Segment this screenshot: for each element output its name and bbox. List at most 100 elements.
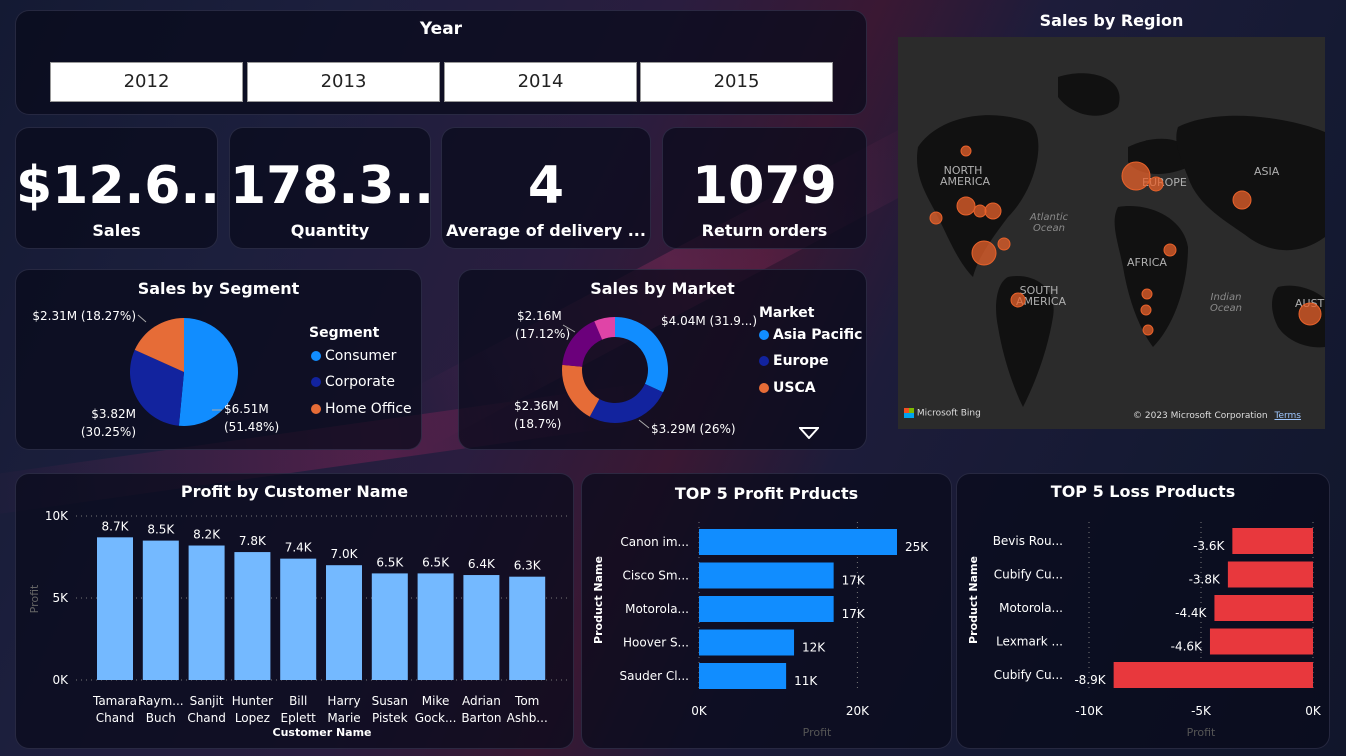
x-tick-label: -10K [1075,704,1104,718]
donut-data-label: (18.7%) [514,417,561,431]
bar [142,540,179,680]
bar-data-label: 6.4K [468,557,496,571]
donut-data-label: $4.04M (31.9...) [661,314,757,328]
sales-by-segment-card: Sales by Segment $6.51M (51.48%) $3.82M (30… [15,269,422,450]
year-slicer-card: Year 2012 2013 2014 2015 [15,10,867,115]
year-option-2014[interactable]: 2014 [444,62,637,102]
x-tick-label: Gock... [415,711,457,725]
bar [234,552,271,680]
region-bubble [973,204,987,218]
bar [1113,662,1313,688]
region-bubble [1232,190,1252,210]
y-tick-label: Motorola... [625,602,689,616]
x-axis-title: Profit [803,726,832,739]
legend-item-europe[interactable]: Europe [759,353,829,369]
x-tick-label: Adrian [462,694,501,708]
x-tick-label: Susan [372,694,408,708]
kpi-card-quantity: 178.3... Quantity [229,127,431,249]
pie-data-label: (30.25%) [81,425,136,439]
legend-label: Corporate [325,374,395,390]
legend-dot [311,351,321,361]
legend-item-asia-pacific[interactable]: Asia Pacific [759,327,862,343]
legend-item-consumer[interactable]: Consumer [311,348,396,364]
bar-data-label: 25K [905,540,929,554]
y-tick-label: Hoover S... [623,636,689,650]
region-bubble [1142,324,1154,336]
legend-label: Asia Pacific [773,327,863,343]
bar-data-label: 17K [842,607,866,621]
donut-slice [562,364,600,417]
year-option-2013[interactable]: 2013 [247,62,440,102]
bar-data-label: 6.3K [514,559,542,573]
region-bubble [997,237,1011,251]
y-tick-label: 10K [45,509,69,523]
sales-by-market-card: Sales by Market $4.04M (31.9...) $3.29M (… [458,269,867,450]
region-bubbles [929,145,1322,336]
bar-data-label: 8.7K [102,519,130,533]
region-bubble [1141,288,1153,300]
region-bubble [960,145,972,157]
top-loss-products-card: TOP 5 Loss Products -10K -5K 0K Product Nam… [956,473,1330,749]
bar [280,558,317,680]
bar [1232,528,1313,554]
legend-item-usca[interactable]: USCA [759,380,816,396]
legend-label: Consumer [325,348,397,364]
profit-by-customer-card: Profit by Customer Name 0K 5K 10K Profit 8.7… [15,473,574,749]
kpi-label: Average of delivery ... [446,221,646,240]
segment-legend-title: Segment [309,325,380,341]
top-profit-products-card: TOP 5 Profit Prducts 0K 20K Product Name Pr… [581,473,952,749]
x-tick-label: Chand [187,711,226,725]
x-tick-label: 0K [1305,704,1322,718]
y-tick-label: 0K [52,673,69,687]
x-tick-label: Raym... [138,694,184,708]
donut-data-label: $3.29M (26%) [651,422,736,436]
map-copyright: © 2023 Microsoft Corporation Terms [1133,411,1301,421]
bar-data-label: 12K [802,641,826,655]
kpi-label: Return orders [701,221,828,240]
x-tick-label: Bill [289,694,307,708]
region-bubble [1163,243,1177,257]
bar-data-label: -4.6K [1171,640,1203,654]
terms-link[interactable]: Terms [1274,411,1301,421]
legend-item-corporate[interactable]: Corporate [311,374,395,390]
x-tick-label: Sanjit [190,694,224,708]
x-tick-label: Mike [422,694,450,708]
bar-data-label: 8.5K [147,523,175,537]
bar-data-label: -3.6K [1193,539,1225,553]
bar-data-label: -4.4K [1175,606,1207,620]
legend-item-home-office[interactable]: Home Office [311,401,412,417]
y-tick-label: Sauder Cl... [620,669,689,683]
x-tick-label: Tamara [92,694,137,708]
leader-line [638,419,650,429]
x-tick-label: Hunter [232,694,273,708]
kpi-card-sales: $12.6... Sales [15,127,218,249]
kpi-value: 1079 [692,156,837,216]
x-tick-label: Chand [96,711,135,725]
sales-map[interactable]: NORTH AMERICA SOUTH AMERICA AFRICA ASIA … [898,37,1325,429]
x-tick-label: Barton [461,711,501,725]
bar [188,545,225,680]
bar-data-label: 7.0K [331,547,359,561]
x-tick-label: 0K [691,704,708,718]
year-option-2012[interactable]: 2012 [50,62,243,102]
bar [1214,595,1313,621]
pie-data-label: $2.31M (18.27%) [32,309,136,323]
pie-data-label: $3.82M [91,407,136,421]
legend-scroll-down-icon[interactable] [799,427,819,439]
x-axis-title: Customer Name [273,726,372,739]
x-tick-label: Harry [327,694,360,708]
region-bubble [1148,176,1164,192]
legend-dot [759,356,769,366]
year-option-2015[interactable]: 2015 [640,62,833,102]
region-bubble [971,240,997,266]
legend-dot [311,404,321,414]
copyright-text: © 2023 Microsoft Corporation [1133,411,1268,421]
bar-data-label: 7.8K [239,534,267,548]
top-profit-bar-chart: 0K 20K Product Name Profit Canon im... 25K Cis… [592,522,929,739]
legend-dot [759,330,769,340]
y-axis-title: Product Name [592,556,605,644]
x-tick-label: 20K [846,704,870,718]
donut-slice [589,383,664,423]
market-legend-title: Market [759,305,815,321]
y-tick-label: Cubify Cu... [994,568,1063,582]
